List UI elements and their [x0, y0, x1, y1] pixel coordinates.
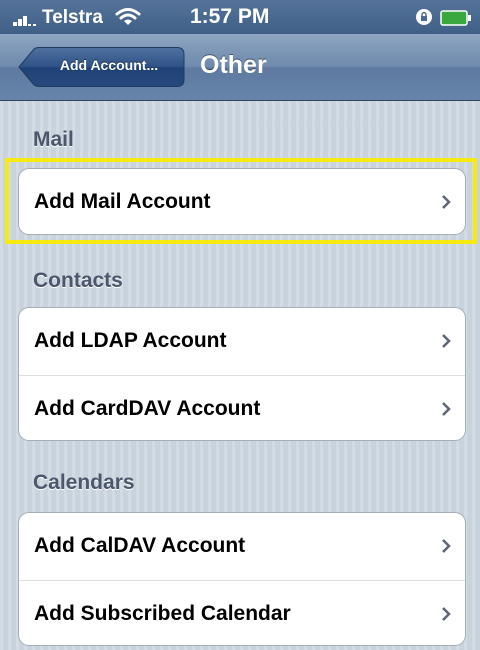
add-ldap-account-row[interactable]: Add LDAP Account: [19, 308, 465, 374]
section-header-mail: Mail: [33, 128, 74, 151]
status-bar: Telstra 1:57 PM: [0, 0, 480, 34]
chevron-right-icon: [442, 607, 451, 621]
row-label: Add CardDAV Account: [34, 397, 261, 420]
rotation-lock-icon: [416, 9, 432, 25]
calendars-group: Add CalDAV Account Add Subscribed Calend…: [18, 512, 466, 646]
battery-icon: [440, 10, 471, 26]
page-title: Other: [200, 51, 267, 79]
back-button[interactable]: Add Account...: [18, 47, 185, 87]
navigation-bar: Add Account... Other: [0, 34, 480, 101]
add-subscribed-calendar-row[interactable]: Add Subscribed Calendar: [19, 580, 465, 645]
wifi-icon: [115, 8, 141, 25]
mail-group: Add Mail Account: [18, 168, 466, 235]
row-label: Add LDAP Account: [34, 329, 227, 352]
back-button-label: Add Account...: [59, 57, 159, 73]
carrier-name: Telstra: [42, 7, 103, 28]
signal-bars-icon: [13, 16, 36, 26]
add-carddav-account-row[interactable]: Add CardDAV Account: [19, 375, 465, 440]
chevron-right-icon: [442, 539, 451, 553]
section-header-contacts: Contacts: [33, 269, 123, 292]
contacts-group: Add LDAP Account Add CardDAV Account: [18, 307, 466, 441]
section-header-calendars: Calendars: [33, 471, 135, 494]
row-label: Add Subscribed Calendar: [34, 602, 291, 625]
status-time: 1:57 PM: [190, 5, 270, 28]
settings-list: Mail Add Mail Account Contacts Add LDAP …: [0, 101, 480, 650]
row-label: Add Mail Account: [34, 190, 211, 213]
add-mail-account-row[interactable]: Add Mail Account: [19, 169, 465, 234]
chevron-right-icon: [442, 334, 451, 348]
add-caldav-account-row[interactable]: Add CalDAV Account: [19, 513, 465, 579]
chevron-right-icon: [442, 195, 451, 209]
row-label: Add CalDAV Account: [34, 534, 246, 557]
chevron-right-icon: [442, 402, 451, 416]
